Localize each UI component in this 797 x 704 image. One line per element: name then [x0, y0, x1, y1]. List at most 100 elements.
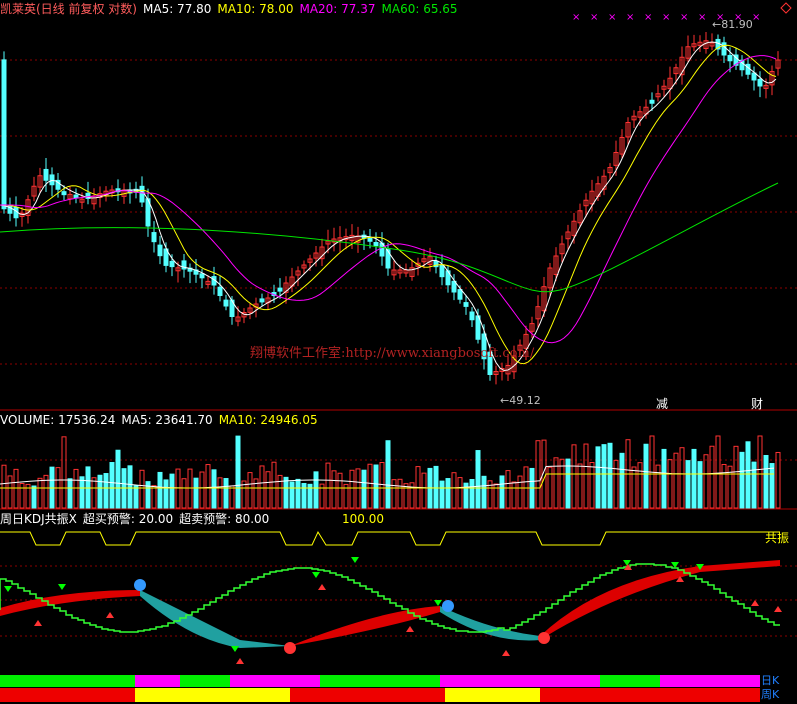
volume-bar: [133, 485, 139, 509]
volume-bar: [673, 452, 679, 509]
volume-bar: [667, 459, 673, 509]
volume-bar: [157, 471, 163, 509]
volume-bar: [733, 445, 739, 509]
candle-body: [457, 289, 463, 300]
volume-bar: [211, 469, 217, 509]
price-grid: [0, 59, 797, 365]
x-marker: ×: [572, 12, 580, 23]
volume-bar: [499, 475, 505, 509]
volume-bar: [571, 444, 577, 509]
x-marker: ×: [626, 12, 634, 23]
volume-bar: [265, 471, 271, 509]
volume-bar: [313, 471, 319, 509]
volume-bar: [37, 477, 43, 509]
volume-bar: [175, 468, 181, 509]
volume-bar: [223, 478, 229, 509]
volume-bar: [637, 462, 643, 509]
tab-day-k[interactable]: 日K: [761, 674, 780, 687]
volume-bar: [469, 478, 475, 509]
candle-body: [7, 204, 13, 214]
volume-bar: [187, 468, 193, 509]
volume-bar: [193, 477, 199, 509]
volume-bar: [589, 462, 595, 509]
volume-bar: [691, 448, 697, 509]
signal-ball-marker: [442, 600, 454, 612]
volume-bar: [523, 466, 529, 509]
volume-bar: [721, 463, 727, 509]
volume-bar: [361, 469, 367, 509]
volume-bar: [385, 440, 391, 509]
candle-body: [469, 311, 475, 321]
candle-body: [727, 54, 733, 62]
volume-bar: [739, 451, 745, 509]
volume-bar: [451, 472, 457, 509]
volume-bars: [0, 435, 781, 509]
volume-bar: [61, 436, 67, 509]
kdj-indicator: [0, 530, 782, 664]
volume-bar: [163, 479, 169, 509]
resonance-band-teal: [140, 590, 290, 648]
signal-ball-marker: [284, 642, 296, 654]
volume-bar: [619, 452, 625, 509]
status-strip-cell: [660, 675, 760, 687]
volume-bar: [685, 460, 691, 509]
volume-bar: [151, 485, 157, 509]
status-strip-cell: [320, 675, 440, 687]
tab-week-k[interactable]: 周K: [761, 688, 780, 701]
x-marker: ×: [752, 12, 760, 23]
volume-bar: [421, 472, 427, 509]
volume-bar: [205, 464, 211, 509]
signal-ball-marker: [134, 579, 146, 591]
volume-bar: [271, 461, 277, 509]
volume-bar: [757, 435, 763, 509]
diamond-icon[interactable]: [780, 2, 792, 14]
candle-body: [463, 302, 469, 307]
candle-body: [751, 72, 757, 81]
stock-chart[interactable]: × × × × × × × × × × × ←81.90 ←49.12 翔博软件工作室:http:/…: [0, 0, 797, 704]
volume-bar: [679, 447, 685, 509]
up-arrow-marker: [774, 606, 782, 612]
volume-bar: [91, 477, 97, 509]
up-arrow-marker: [751, 600, 759, 606]
status-strips: [0, 675, 760, 702]
volume-bar: [505, 470, 511, 509]
status-strip-cell: [180, 675, 230, 687]
up-arrow-marker: [106, 612, 114, 618]
volume-bar: [769, 463, 775, 509]
candle-body: [373, 242, 379, 247]
volume-bar: [703, 454, 709, 509]
volume-bar: [643, 443, 649, 509]
resonance-band-red: [0, 590, 140, 616]
status-strip-cell: [230, 675, 320, 687]
candle-body: [439, 265, 445, 278]
down-arrow-marker: [231, 646, 239, 652]
watermark: 翔博软件工作室:http://www.xiangbosoft.com/: [250, 345, 535, 361]
down-arrow-marker: [58, 584, 66, 590]
candle-body: [157, 244, 163, 257]
volume-bar: [331, 470, 337, 509]
candle-body: [61, 191, 67, 196]
volume-bar: [115, 449, 121, 509]
volume-bar: [433, 465, 439, 509]
volume-bar: [661, 448, 667, 509]
moving-average-lines: [0, 41, 779, 372]
up-arrow-marker: [502, 650, 510, 656]
x-marker: ×: [590, 12, 598, 23]
volume-bar: [475, 450, 481, 509]
volume-bar: [775, 451, 781, 509]
volume-bar: [295, 478, 301, 509]
volume-bar: [337, 472, 343, 509]
volume-bar: [79, 476, 85, 509]
volume-bar: [289, 481, 295, 509]
volume-bar: [229, 485, 235, 509]
volume-bar: [391, 479, 397, 509]
volume-bar: [481, 475, 487, 509]
volume-bar: [31, 485, 37, 509]
volume-bar: [373, 464, 379, 509]
candle-body: [1, 59, 7, 210]
candle-body: [649, 99, 655, 104]
down-arrow-marker: [312, 572, 320, 578]
volume-bar: [535, 440, 541, 509]
candle-body: [217, 286, 223, 296]
low-price-label: ←49.12: [500, 394, 541, 407]
